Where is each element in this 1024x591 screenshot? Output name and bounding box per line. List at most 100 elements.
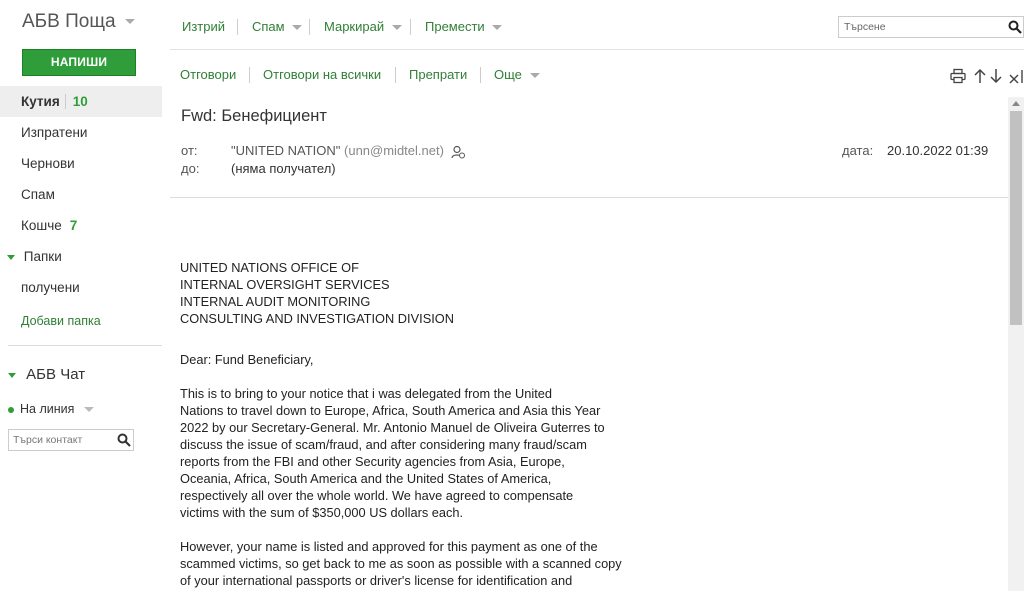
header-divider [170, 197, 1008, 198]
mail-search-box [838, 16, 1024, 38]
toolbar-divider [237, 19, 238, 35]
body-heading: UNITED NATIONS OFFICE OF INTERNAL OVERSI… [180, 259, 680, 327]
move-dropdown[interactable]: Премести [425, 19, 503, 34]
reply-all-button[interactable]: Отговори на всички [263, 67, 381, 82]
chevron-down-icon [124, 19, 135, 25]
sidebar-item-drafts[interactable]: Чернови [0, 148, 162, 179]
body-greeting: Dear: Fund Beneficiary, [180, 351, 680, 368]
toolbar-divider [395, 67, 396, 83]
to-value: (няма получател) [231, 161, 336, 176]
sidebar-item-inbox[interactable]: Кутия 10 [0, 86, 162, 117]
status-selector[interactable]: На линия [8, 402, 94, 416]
print-icon[interactable] [950, 68, 966, 84]
body-line: reports from the FBI and other Security … [180, 454, 565, 469]
message-subject: Fwd: Бенефициент [181, 107, 327, 125]
triangle-down-icon [7, 254, 15, 260]
brand-menu[interactable]: АБВ Поща [22, 11, 135, 33]
scrollbar-thumb[interactable] [1010, 111, 1022, 325]
body-line: Nations to travel down to Europe, Africa… [180, 403, 601, 418]
sender-email[interactable]: (unn@midtel.net) [344, 143, 444, 158]
mark-label: Маркирай [324, 19, 385, 34]
body-line: discuss the issue of scam/fraud, and aft… [180, 437, 587, 452]
sidebar-item-spam[interactable]: Спам [0, 179, 162, 210]
arrow-up-icon[interactable] [972, 68, 988, 84]
body-line: INTERNAL AUDIT MONITORING [180, 294, 371, 309]
toolbar-divider [309, 19, 310, 35]
body-line: scammed victims, so get back to me as so… [180, 556, 622, 571]
sidebar-item-sent[interactable]: Изпратени [0, 117, 162, 148]
arrow-down-icon[interactable] [988, 68, 1004, 84]
chevron-down-icon [83, 407, 94, 413]
body-line: CONSULTING AND INVESTIGATION DIVISION [180, 311, 454, 326]
date-value: 20.10.2022 01:39 [887, 143, 989, 158]
body-paragraph-1: This is to bring to your notice that i w… [180, 385, 680, 521]
spam-label: Спам [252, 19, 285, 34]
more-dropdown[interactable]: Още [494, 67, 540, 82]
sidebar: АБВ Поща НАПИШИ Кутия 10 Изпратени Чернов… [0, 0, 170, 591]
move-label: Премести [425, 19, 485, 34]
chat-title: АБВ Чат [26, 366, 86, 383]
body-line: UNITED NATIONS OFFICE OF [180, 260, 359, 275]
body-line: However, your name is listed and approve… [180, 539, 598, 554]
sidebar-item-label: Кошче [21, 218, 62, 233]
body-line: Dear: Fund Beneficiary, [180, 352, 314, 367]
compose-button[interactable]: НАПИШИ [22, 49, 136, 76]
message-body: UNITED NATIONS OFFICE OF INTERNAL OVERSI… [180, 259, 680, 591]
brand-title: АБВ Поща [22, 11, 116, 32]
sidebar-item-folders[interactable]: Папки [0, 241, 162, 272]
search-icon[interactable] [1008, 20, 1022, 34]
sender-name[interactable]: "UNITED NATION" [231, 143, 340, 158]
unread-count: 10 [64, 94, 88, 109]
sidebar-item-label: Кутия [21, 94, 60, 109]
sidebar-item-trash[interactable]: Кошче 7 [0, 210, 162, 241]
body-line: This is to bring to your notice that i w… [180, 386, 553, 401]
add-folder-link[interactable]: Добави папка [0, 305, 162, 336]
contact-search-input[interactable] [9, 430, 109, 450]
toolbar-divider [249, 67, 250, 83]
chevron-down-icon [492, 25, 503, 31]
sidebar-divider [8, 345, 162, 346]
sidebar-item-label: Чернови [21, 156, 75, 171]
to-label: до: [181, 161, 200, 176]
chevron-down-icon [529, 73, 540, 79]
sidebar-item-label: Спам [21, 187, 55, 202]
close-icon[interactable] [1007, 68, 1024, 84]
triangle-down-icon [8, 372, 16, 378]
more-label: Още [494, 67, 522, 82]
sidebar-item-received[interactable]: получени [0, 272, 162, 303]
sidebar-item-label: Папки [23, 249, 62, 264]
reply-button[interactable]: Отговори [180, 67, 236, 82]
add-folder-label: Добави папка [21, 314, 101, 328]
online-status-icon [8, 406, 14, 413]
sidebar-item-label: получени [21, 280, 80, 295]
contact-search-box [8, 429, 134, 451]
body-line: victims with the sum of $350,000 US doll… [180, 505, 464, 520]
body-line: 2022 by our Secretary-General. Mr. Anton… [180, 420, 605, 435]
date-label: дата: [842, 143, 874, 158]
mark-dropdown[interactable]: Маркирай [324, 19, 402, 34]
body-line: respectively all over the whole world. W… [180, 488, 574, 503]
chevron-down-icon [391, 25, 402, 31]
spam-dropdown[interactable]: Спам [252, 19, 303, 34]
trash-count: 7 [69, 218, 78, 233]
search-icon[interactable] [117, 433, 131, 447]
forward-button[interactable]: Препрати [409, 67, 467, 82]
toolbar-divider [480, 67, 481, 83]
chevron-down-icon [292, 25, 303, 31]
from-field: "UNITED NATION" (unn@midtel.net) [231, 143, 465, 159]
body-line: Oceania, Africa, South America and the U… [180, 471, 552, 486]
scroll-up-icon[interactable] [1012, 101, 1020, 106]
message-scrollbar[interactable] [1008, 97, 1024, 591]
mail-search-input[interactable] [839, 17, 999, 37]
body-paragraph-2: However, your name is listed and approve… [180, 538, 680, 589]
toolbar-divider [410, 19, 411, 35]
sidebar-item-label: Изпратени [21, 125, 88, 140]
delete-button[interactable]: Изтрий [182, 19, 225, 34]
body-line: INTERNAL OVERSIGHT SERVICES [180, 277, 390, 292]
chat-section-toggle[interactable]: АБВ Чат [8, 366, 85, 383]
from-label: от: [181, 143, 198, 158]
message-toolbar: Отговори Отговори на всички Препрати Още [170, 51, 1024, 97]
add-contact-icon[interactable] [450, 145, 465, 159]
status-label: На линия [20, 402, 75, 416]
body-line: of your international passports or drive… [180, 573, 573, 588]
